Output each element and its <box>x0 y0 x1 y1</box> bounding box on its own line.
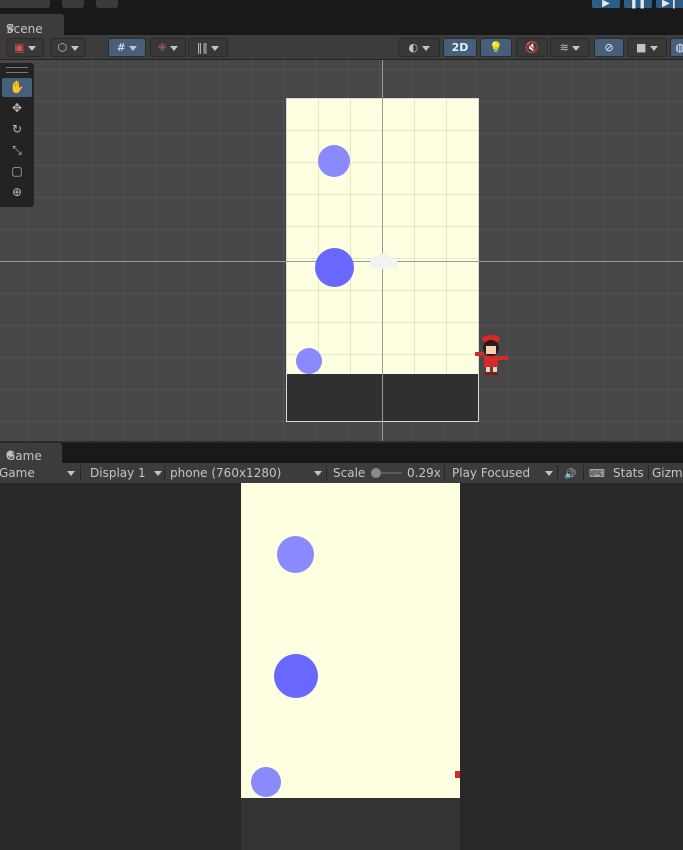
render-mode-dropdown[interactable]: ⬡ <box>50 38 86 57</box>
divider <box>326 465 327 481</box>
cube-icon: ⬡ <box>57 41 68 54</box>
gizmos-toggle[interactable]: ◍ <box>670 38 683 57</box>
chevron-down-icon <box>649 45 658 51</box>
draw-mode-dropdown[interactable]: ▣ <box>6 38 44 57</box>
speaker-icon: 🔊 <box>564 469 577 480</box>
chevron-down-icon <box>67 471 75 476</box>
divider <box>557 465 558 481</box>
tab-scene[interactable]: # Scene <box>0 14 64 36</box>
chevron-down-icon <box>129 45 138 51</box>
scene-ball-bottom[interactable] <box>296 348 322 374</box>
tab-game[interactable]: ◉ Game <box>0 443 62 463</box>
scale-value: 0.29x <box>407 466 441 480</box>
display-value: Display 1 <box>90 466 146 480</box>
game-screen <box>241 483 460 798</box>
game-character-edge <box>455 771 460 778</box>
layout-buttons[interactable] <box>0 0 50 8</box>
game-ball-small <box>277 536 314 573</box>
chevron-down-icon <box>170 45 179 51</box>
scene-ball-small[interactable] <box>318 145 350 177</box>
scale-tool-icon[interactable]: ⤡ <box>2 141 32 160</box>
step-button[interactable]: ▶❙ <box>656 0 683 9</box>
globe-icon: ◍ <box>675 41 683 54</box>
snap-icon: ⁜ <box>157 41 167 54</box>
divider <box>80 465 81 481</box>
scale-label: Scale <box>333 466 366 480</box>
scene-tab-label: Scene <box>6 22 43 36</box>
move-tool-icon[interactable]: ✥ <box>2 99 32 118</box>
layers-icon: ≋ <box>559 41 569 54</box>
cloud-button[interactable] <box>96 0 118 8</box>
chevron-down-icon <box>70 45 79 51</box>
pause-button[interactable]: ❚❚ <box>624 0 652 9</box>
play-button[interactable]: ▶ <box>592 0 620 9</box>
grid-snapping-dropdown[interactable]: # <box>108 38 146 57</box>
transform-tool-icon[interactable]: ⊕ <box>2 183 32 202</box>
display-dropdown[interactable]: Display 1 <box>90 463 164 483</box>
rotate-tool-icon[interactable]: ↻ <box>2 120 32 139</box>
chevron-down-icon <box>572 45 581 51</box>
grid-icon: # <box>116 41 126 54</box>
game-ball-large <box>274 654 318 698</box>
game-tab-label: Game <box>6 449 42 463</box>
audio-toggle-button[interactable]: 🔇 <box>516 38 548 57</box>
game-ball-bottom <box>251 767 281 797</box>
lighting-toggle-button[interactable]: 💡 <box>480 38 512 57</box>
effects-dropdown[interactable]: ≋ <box>550 38 590 57</box>
scene-tab-bar <box>0 14 683 35</box>
keyboard-icon: ⌨ <box>589 467 605 480</box>
increment-snap-dropdown[interactable]: ⁜ <box>150 38 186 57</box>
gizmos-button[interactable]: Gizm <box>652 463 683 483</box>
game-tab-bar <box>0 441 683 463</box>
chevron-down-icon <box>421 45 430 51</box>
divider <box>648 465 649 481</box>
scene-ball-large[interactable] <box>315 248 354 287</box>
resolution-value: phone (760x1280) <box>170 466 282 480</box>
chevron-down-icon <box>545 471 553 476</box>
chevron-down-icon <box>27 45 36 51</box>
collab-button[interactable] <box>62 0 84 8</box>
play-mode-dropdown[interactable]: Play Focused <box>452 463 556 483</box>
lightbulb-icon: 💡 <box>489 41 503 54</box>
scene-visibility-toggle[interactable]: ⊘ <box>594 38 624 57</box>
camera-dropdown[interactable]: ■ <box>627 38 667 57</box>
chevron-down-icon <box>211 45 220 51</box>
view-mode-dropdown[interactable]: Game <box>0 463 79 483</box>
mute-icon: 🔇 <box>525 41 539 54</box>
sphere-icon: ◐ <box>408 41 419 54</box>
camera-gizmo-icon[interactable] <box>368 250 398 272</box>
stats-button[interactable]: Stats <box>613 463 644 483</box>
shading-dropdown[interactable]: ◐ <box>398 38 440 57</box>
palette-drag-handle[interactable] <box>6 67 28 73</box>
eye-slash-icon: ⊘ <box>604 41 614 54</box>
divider <box>583 465 584 481</box>
main-toolbar: ▶ ❚❚ ▶❙ <box>0 0 683 14</box>
mute-audio-button[interactable]: 🔊 <box>564 463 578 483</box>
ruler-icon: ‖‖ <box>196 41 208 54</box>
player-character[interactable] <box>472 330 512 378</box>
ruler-snap-dropdown[interactable]: ‖‖ <box>188 38 228 57</box>
resolution-dropdown[interactable]: phone (760x1280) <box>170 463 324 483</box>
view-mode-value: Game <box>0 466 35 480</box>
divider <box>444 465 445 481</box>
camera-icon: ■ <box>636 41 647 54</box>
chevron-down-icon <box>314 471 322 476</box>
game-ground <box>241 798 460 850</box>
scale-slider-thumb[interactable] <box>371 468 381 478</box>
tool-palette: ✋ ✥ ↻ ⤡ ▢ ⊕ <box>0 63 34 207</box>
divider <box>164 465 165 481</box>
play-mode-value: Play Focused <box>452 466 531 480</box>
rect-tool-icon[interactable]: ▢ <box>2 162 32 181</box>
hand-tool-icon[interactable]: ✋ <box>2 78 32 97</box>
2d-toggle-button[interactable]: 2D <box>443 38 477 57</box>
shading-mode-icon: ▣ <box>14 41 25 54</box>
shortcuts-button[interactable]: ⌨ <box>589 463 605 483</box>
chevron-down-icon <box>154 471 162 476</box>
